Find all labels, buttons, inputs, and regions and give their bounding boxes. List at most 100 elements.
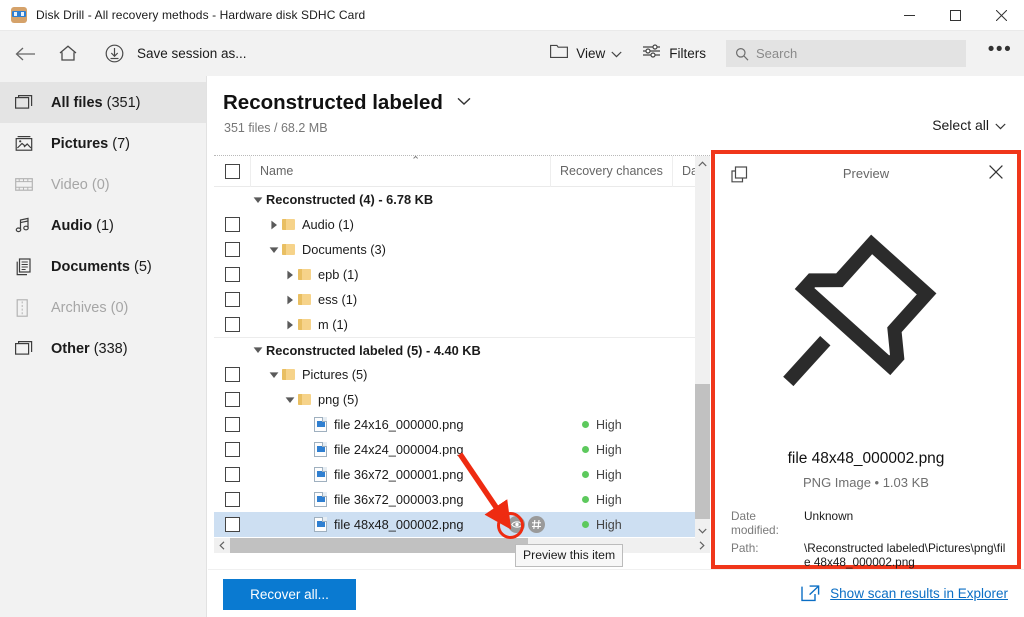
row-checkbox[interactable] bbox=[224, 517, 240, 532]
save-download-icon[interactable] bbox=[97, 37, 131, 71]
row-checkbox-cell bbox=[214, 467, 250, 482]
sidebar-item-pictures[interactable]: Pictures (7) bbox=[0, 123, 206, 164]
search-icon bbox=[735, 47, 749, 61]
table-row[interactable]: file 36x72_000001.png High bbox=[214, 462, 710, 487]
close-button[interactable] bbox=[978, 0, 1024, 31]
table-row[interactable]: epb (1) bbox=[214, 262, 710, 287]
sidebar-item-archives[interactable]: Archives (0) bbox=[0, 287, 206, 328]
preview-field-value: Unknown bbox=[804, 509, 854, 523]
sidebar-label-video: Video (0) bbox=[51, 176, 110, 193]
table-row[interactable]: Audio (1) bbox=[214, 212, 710, 237]
row-name-cell: m (1) bbox=[250, 317, 582, 332]
expand-collapse-icon[interactable] bbox=[250, 346, 266, 354]
select-all-label: Select all bbox=[932, 117, 989, 133]
sort-ascending-icon: ⌃ bbox=[411, 154, 421, 167]
show-scan-results-link[interactable]: Show scan results in Explorer bbox=[801, 585, 1008, 602]
save-session-label[interactable]: Save session as... bbox=[137, 46, 247, 61]
sidebar-item-all-files[interactable]: All files (351) bbox=[0, 82, 206, 123]
sidebar-item-other[interactable]: Other (338) bbox=[0, 328, 206, 369]
row-recovery-cell: High bbox=[582, 468, 704, 482]
expand-collapse-icon[interactable] bbox=[282, 270, 298, 280]
home-icon[interactable] bbox=[51, 37, 85, 71]
table-group-row[interactable]: Reconstructed labeled (5) - 4.40 KB bbox=[214, 337, 710, 362]
column-header-name[interactable]: Name ⌃ bbox=[250, 154, 550, 187]
table-row[interactable]: Documents (3) bbox=[214, 237, 710, 262]
scroll-up-icon[interactable] bbox=[695, 156, 710, 172]
expand-collapse-icon[interactable] bbox=[282, 396, 298, 404]
row-checkbox[interactable] bbox=[224, 467, 240, 482]
row-label: Pictures (5) bbox=[302, 367, 368, 382]
page-subtitle: 351 files / 68.2 MB bbox=[224, 121, 328, 135]
row-label: m (1) bbox=[318, 317, 348, 332]
view-button[interactable]: View bbox=[550, 44, 622, 64]
table-row[interactable]: file 24x16_000000.png High bbox=[214, 412, 710, 437]
png-file-icon bbox=[314, 417, 327, 432]
sidebar-item-documents[interactable]: Documents (5) bbox=[0, 246, 206, 287]
search-input[interactable] bbox=[756, 46, 936, 61]
expand-collapse-icon[interactable] bbox=[266, 246, 282, 254]
table-row[interactable]: png (5) bbox=[214, 387, 710, 412]
preview-file-name: file 48x48_000002.png bbox=[787, 450, 945, 467]
page-title[interactable]: Reconstructed labeled bbox=[223, 88, 471, 115]
table-row[interactable]: file 36x72_000003.png High bbox=[214, 487, 710, 512]
column-header-recovery-chances[interactable]: Recovery chances bbox=[550, 155, 672, 187]
back-arrow-icon[interactable] bbox=[8, 37, 42, 71]
table-row[interactable]: Pictures (5) bbox=[214, 362, 710, 387]
filters-button[interactable]: Filters bbox=[642, 43, 706, 64]
table-row[interactable]: file 24x24_000004.png High bbox=[214, 437, 710, 462]
row-label: png (5) bbox=[318, 392, 359, 407]
row-recovery-cell: High bbox=[582, 418, 704, 432]
expand-collapse-icon[interactable] bbox=[266, 371, 282, 379]
row-checkbox[interactable] bbox=[224, 492, 240, 507]
hash-icon[interactable] bbox=[528, 516, 545, 533]
chevron-down-icon[interactable] bbox=[457, 88, 471, 112]
sidebar-item-video[interactable]: Video (0) bbox=[0, 164, 206, 205]
row-checkbox[interactable] bbox=[224, 442, 240, 457]
chevron-down-icon bbox=[611, 45, 622, 63]
table-row[interactable]: file 48x48_000002.png High bbox=[214, 512, 710, 537]
row-checkbox[interactable] bbox=[224, 267, 240, 282]
expand-collapse-icon[interactable] bbox=[266, 220, 282, 230]
recovery-status-dot bbox=[582, 471, 589, 478]
eye-icon[interactable] bbox=[508, 516, 525, 533]
row-checkbox[interactable] bbox=[224, 392, 240, 407]
table-row[interactable]: m (1) bbox=[214, 312, 710, 337]
table-row[interactable]: ess (1) bbox=[214, 287, 710, 312]
row-checkbox[interactable] bbox=[224, 417, 240, 432]
table-vertical-scrollbar[interactable] bbox=[695, 156, 710, 539]
row-checkbox-cell bbox=[214, 417, 250, 432]
vertical-scroll-thumb[interactable] bbox=[695, 384, 710, 519]
row-checkbox[interactable] bbox=[224, 217, 240, 232]
minimize-button[interactable] bbox=[886, 0, 932, 31]
row-checkbox-cell bbox=[214, 217, 250, 232]
recover-all-button[interactable]: Recover all... bbox=[223, 579, 356, 610]
row-label: Reconstructed (4) - 6.78 KB bbox=[266, 192, 434, 207]
expand-collapse-icon[interactable] bbox=[250, 196, 266, 204]
disk-drill-icon bbox=[11, 7, 27, 23]
search-box[interactable] bbox=[726, 40, 966, 67]
row-checkbox[interactable] bbox=[224, 317, 240, 332]
scroll-left-icon[interactable] bbox=[214, 538, 230, 553]
table-horizontal-scrollbar[interactable] bbox=[214, 538, 710, 553]
sidebar-item-audio[interactable]: Audio (1) bbox=[0, 205, 206, 246]
more-options-button[interactable]: ••• bbox=[980, 31, 1020, 76]
table-body: Reconstructed (4) - 6.78 KB Audio (1) Docu… bbox=[214, 187, 710, 539]
expand-collapse-icon[interactable] bbox=[282, 295, 298, 305]
row-checkbox[interactable] bbox=[224, 367, 240, 382]
select-all-button[interactable]: Select all bbox=[932, 117, 1006, 133]
scroll-down-icon[interactable] bbox=[695, 523, 710, 539]
scroll-right-icon[interactable] bbox=[694, 538, 710, 553]
table-group-row[interactable]: Reconstructed (4) - 6.78 KB bbox=[214, 187, 710, 212]
horizontal-scroll-thumb[interactable] bbox=[230, 538, 528, 553]
window-controls bbox=[886, 0, 1024, 31]
preview-field-row: Date modified: Unknown bbox=[731, 509, 1007, 537]
expand-collapse-icon[interactable] bbox=[282, 320, 298, 330]
folder-icon bbox=[298, 394, 311, 405]
png-file-icon bbox=[314, 467, 327, 482]
select-all-checkbox[interactable] bbox=[224, 163, 240, 179]
row-name-cell: png (5) bbox=[250, 392, 582, 407]
maximize-button[interactable] bbox=[932, 0, 978, 31]
row-checkbox[interactable] bbox=[224, 242, 240, 257]
close-icon[interactable] bbox=[989, 165, 1003, 184]
row-checkbox[interactable] bbox=[224, 292, 240, 307]
